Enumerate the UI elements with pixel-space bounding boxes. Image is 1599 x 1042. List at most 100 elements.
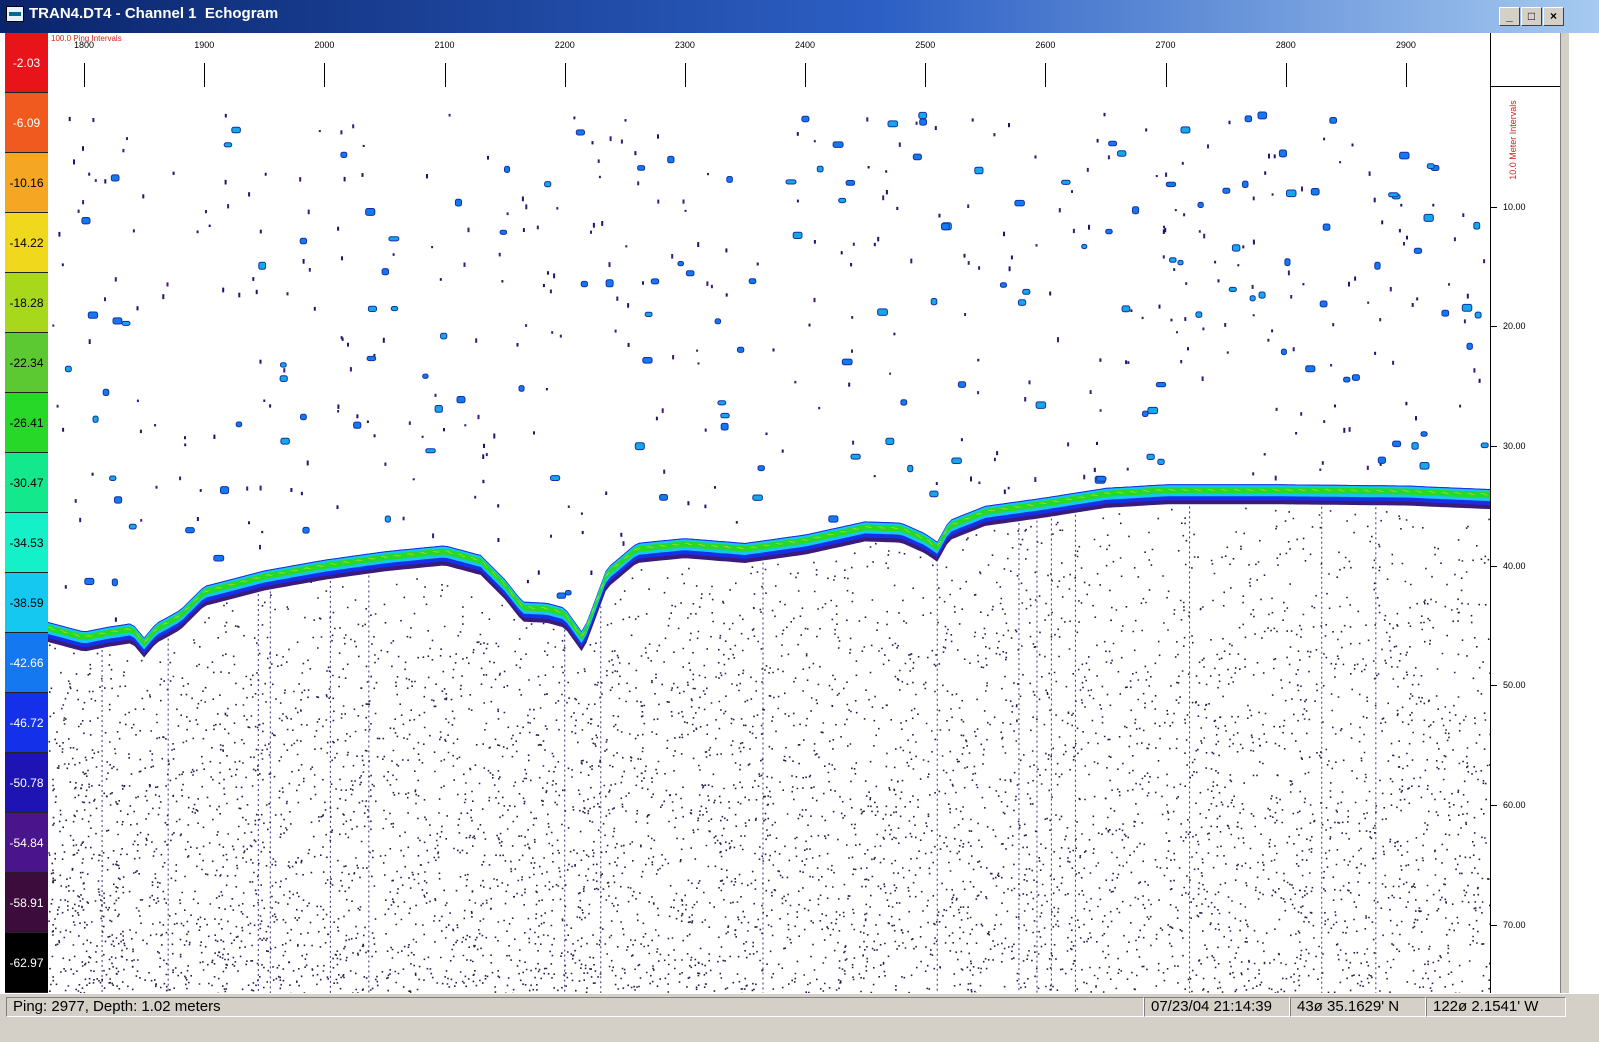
depth-tick-mark [1491, 685, 1497, 687]
fish-echo [302, 526, 310, 534]
weak-target [1367, 301, 1370, 304]
weak-target [1226, 351, 1229, 354]
color-scale-cell: -30.47 [5, 453, 48, 513]
weak-target [1067, 442, 1070, 447]
fish-echo [1351, 374, 1360, 381]
depth-tick-label: 40.00 [1503, 560, 1526, 571]
weak-target [1034, 477, 1037, 482]
weak-target [1176, 331, 1178, 334]
title-bar[interactable]: TRAN4.DT4 - Channel 1 Echogram _ □ × [0, 0, 1599, 33]
weak-target [1181, 161, 1184, 165]
fish-echo [456, 396, 466, 404]
status-latitude: 43ø 35.1629' N [1290, 997, 1426, 1017]
depth-tick-mark [1491, 805, 1497, 807]
weak-target [62, 427, 65, 432]
minimize-button[interactable]: _ [1499, 7, 1520, 26]
weak-target [1392, 360, 1395, 365]
weak-target [196, 230, 199, 234]
fish-echo [1155, 382, 1167, 388]
weak-target [439, 278, 442, 281]
weak-target [421, 435, 424, 438]
weak-target [851, 349, 853, 353]
weak-target [313, 306, 316, 311]
color-scale-cell: -58.91 [5, 873, 48, 933]
fish-echo [1377, 456, 1387, 464]
vertical-scrollbar[interactable] [1560, 33, 1569, 993]
fish-echo [1195, 311, 1203, 318]
bottom-echo-mid [48, 485, 1490, 650]
depth-tick-mark [1491, 565, 1497, 567]
ping-tick-label: 1800 [74, 40, 95, 50]
weak-target [714, 486, 716, 489]
fish-echo [941, 222, 950, 231]
ping-tick-label: 2900 [1395, 40, 1416, 50]
color-scale-legend: -2.03 -6.09 -10.16 -14.22 -18.28 -22.34 -26.41… [5, 33, 48, 993]
weak-target [1003, 231, 1005, 237]
close-button[interactable]: × [1543, 7, 1564, 26]
weak-target [1207, 144, 1209, 149]
weak-target [443, 428, 445, 432]
weak-target [609, 136, 612, 142]
fish-echo [1197, 201, 1204, 209]
weak-target [426, 174, 428, 179]
fish-echo [919, 118, 928, 126]
weak-target [590, 230, 592, 234]
weak-target [1130, 309, 1133, 312]
echogram-app-icon[interactable] [6, 6, 24, 22]
weak-target [624, 119, 627, 122]
weak-target [765, 432, 768, 436]
depth-tick-label: 30.00 [1503, 441, 1526, 452]
weak-target [88, 339, 91, 344]
fish-echo [1329, 117, 1338, 124]
weak-target [1228, 120, 1231, 125]
weak-target [1268, 153, 1270, 159]
weak-target [852, 440, 855, 445]
weak-target [1198, 230, 1201, 233]
color-scale-cell: -22.34 [5, 333, 48, 393]
weak-target [867, 166, 870, 169]
weak-target [625, 245, 628, 248]
fish-echo [1413, 247, 1423, 254]
weak-target [1057, 337, 1059, 343]
fish-echo [885, 437, 895, 445]
weak-target [1093, 467, 1096, 473]
fish-echo [280, 362, 287, 368]
weak-target [463, 262, 466, 267]
weak-target [1275, 407, 1278, 411]
fish-echo [1017, 299, 1027, 306]
echogram-plot[interactable] [48, 87, 1490, 993]
weak-target [1224, 323, 1227, 327]
weak-target [497, 538, 500, 542]
weak-target [671, 254, 674, 259]
weak-target [938, 213, 941, 218]
weak-target [684, 209, 687, 212]
weak-target [1403, 242, 1405, 246]
weak-target [1415, 416, 1417, 421]
weak-target [482, 479, 485, 484]
fish-echo [220, 486, 230, 495]
weak-target [208, 224, 211, 227]
ping-tick-mark [925, 63, 927, 87]
weak-target [52, 324, 55, 327]
fish-echo [900, 399, 908, 406]
weak-target [122, 148, 125, 153]
weak-target [506, 212, 509, 216]
fish-echo [1461, 303, 1473, 312]
weak-target [347, 342, 349, 347]
fish-echo [1222, 187, 1231, 194]
fish-echo [340, 151, 348, 158]
weak-target [306, 460, 309, 466]
weak-target [697, 242, 700, 247]
weak-target [373, 434, 376, 438]
fish-echo [121, 320, 131, 326]
fish-echo [353, 421, 362, 429]
weak-target [290, 488, 293, 492]
fish-echo [299, 237, 308, 245]
fish-echo [1392, 440, 1402, 448]
maximize-button[interactable]: □ [1521, 7, 1542, 26]
fish-echo [1441, 309, 1450, 317]
weak-target [1162, 255, 1165, 259]
weak-target [1126, 467, 1129, 471]
weak-target [1008, 266, 1011, 272]
weak-target [61, 263, 64, 267]
